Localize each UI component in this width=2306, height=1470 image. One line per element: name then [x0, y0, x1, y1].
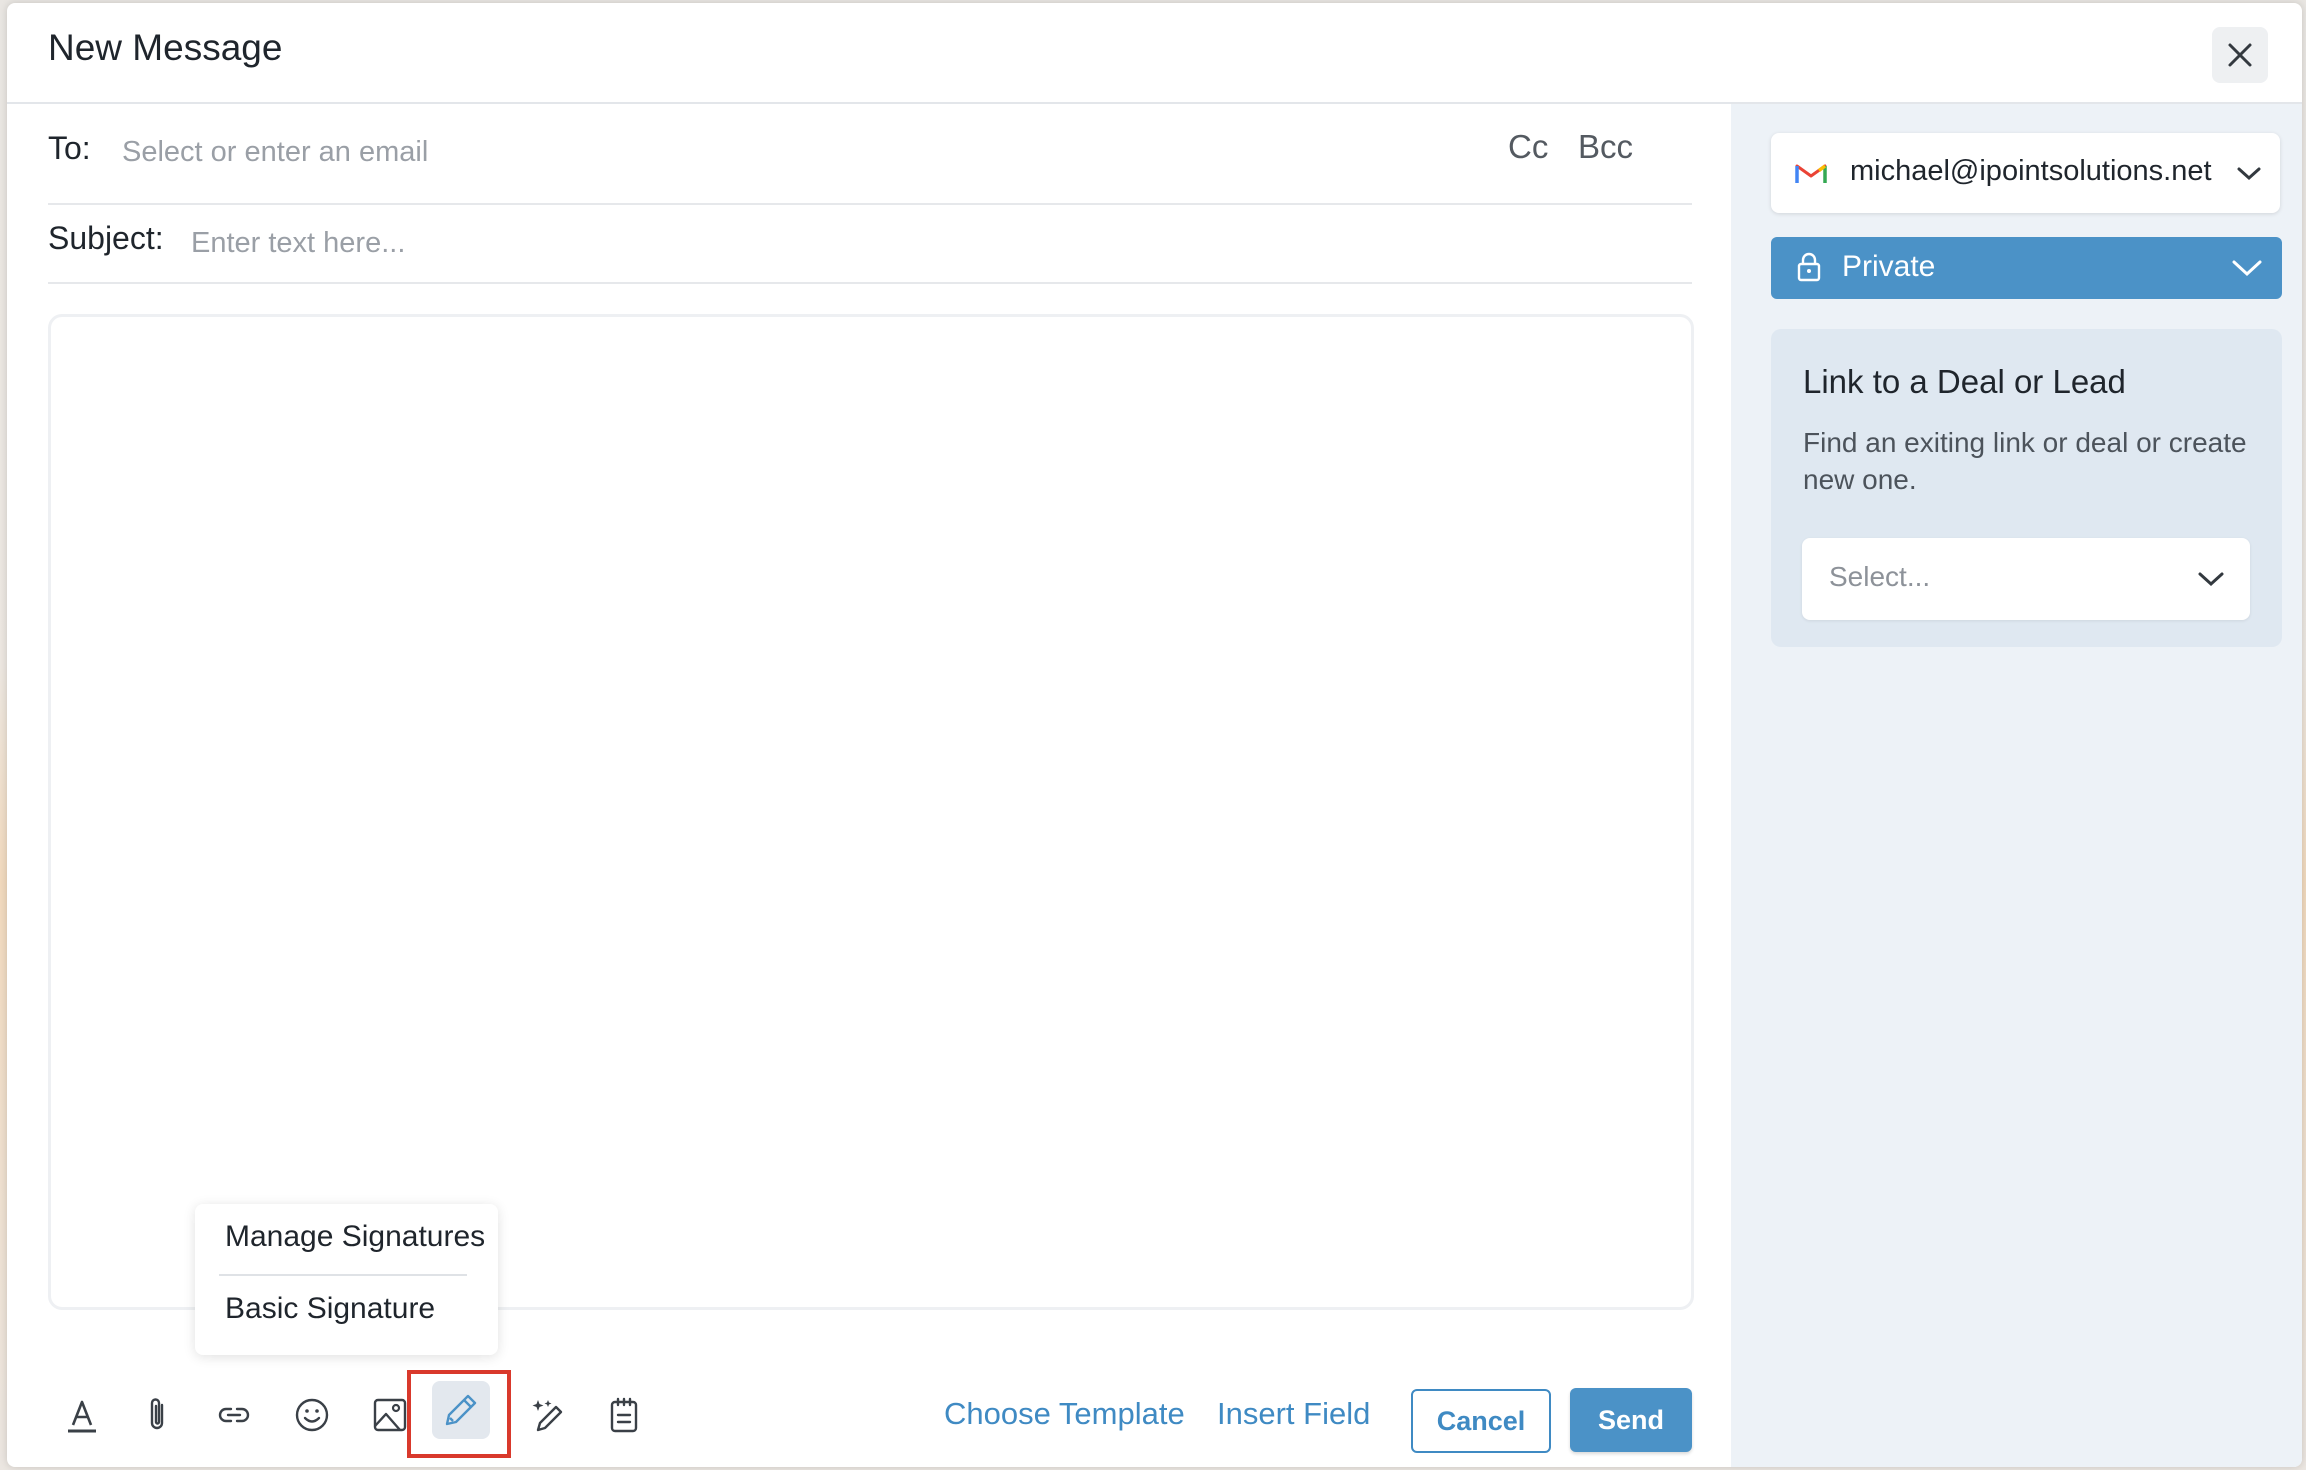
signature-button[interactable] — [432, 1381, 490, 1439]
to-input[interactable] — [122, 132, 1022, 172]
select-placeholder: Select... — [1829, 561, 1931, 592]
cancel-button[interactable]: Cancel — [1411, 1389, 1551, 1453]
basic-signature-item[interactable]: Basic Signature — [225, 1292, 435, 1326]
sidebar: michael@ipointsolutions.net Private Link… — [1731, 104, 2302, 1467]
deal-lead-select[interactable]: Select... — [1802, 538, 2250, 620]
text-format-icon — [68, 1400, 96, 1433]
chevron-down-icon — [2232, 260, 2262, 277]
visibility-label: Private — [1842, 250, 1936, 283]
new-message-modal: New Message To: Cc Bcc Subject: Manage S… — [7, 3, 2302, 1467]
signature-icon — [445, 1394, 477, 1426]
link-icon — [218, 1407, 250, 1423]
close-icon — [2228, 43, 2252, 67]
text-format-button[interactable] — [55, 1388, 109, 1442]
cc-button[interactable]: Cc — [1508, 128, 1548, 166]
insert-field-link[interactable]: Insert Field — [1217, 1396, 1370, 1432]
message-body-editor[interactable] — [48, 314, 1694, 1310]
modal-title: New Message — [48, 27, 283, 68]
compose-toolbar: Choose Template Insert Field Cancel Send — [7, 1364, 1731, 1464]
lock-icon — [1797, 252, 1821, 282]
account-email: michael@ipointsolutions.net — [1850, 155, 2212, 187]
chevron-down-icon — [2237, 167, 2261, 181]
notes-icon — [610, 1397, 638, 1433]
gmail-icon — [1795, 164, 1827, 183]
account-selector[interactable]: michael@ipointsolutions.net — [1771, 133, 2280, 213]
menu-divider — [219, 1274, 467, 1276]
choose-template-link[interactable]: Choose Template — [944, 1396, 1185, 1432]
emoji-icon — [295, 1398, 329, 1432]
link-deal-lead-panel: Link to a Deal or Lead Find an exiting l… — [1771, 329, 2282, 647]
ai-writer-button[interactable] — [521, 1388, 575, 1442]
chevron-down-icon — [2198, 572, 2224, 587]
to-row: To: Cc Bcc — [48, 104, 1692, 205]
close-button[interactable] — [2212, 27, 2268, 83]
modal-header: New Message — [7, 3, 2302, 104]
signature-menu: Manage Signatures Basic Signature — [195, 1204, 498, 1355]
visibility-dropdown[interactable]: Private — [1771, 237, 2282, 299]
link-panel-title: Link to a Deal or Lead — [1803, 363, 2126, 400]
notes-button[interactable] — [597, 1388, 651, 1442]
attachment-icon — [150, 1398, 164, 1430]
bcc-button[interactable]: Bcc — [1578, 128, 1633, 166]
emoji-button[interactable] — [285, 1388, 339, 1442]
ai-writer-icon — [532, 1400, 563, 1432]
insert-link-button[interactable] — [207, 1388, 261, 1442]
image-icon — [373, 1398, 407, 1432]
manage-signatures-item[interactable]: Manage Signatures — [225, 1220, 485, 1254]
to-label: To: — [48, 130, 91, 166]
subject-row: Subject: — [48, 205, 1692, 284]
subject-label: Subject: — [48, 220, 164, 256]
attachment-button[interactable] — [131, 1388, 185, 1442]
link-panel-description: Find an exiting link or deal or create n… — [1803, 427, 2247, 495]
subject-input[interactable] — [191, 223, 1591, 263]
send-button[interactable]: Send — [1570, 1388, 1692, 1452]
compose-pane: To: Cc Bcc Subject: Manage Signatures Ba… — [7, 104, 1731, 1467]
